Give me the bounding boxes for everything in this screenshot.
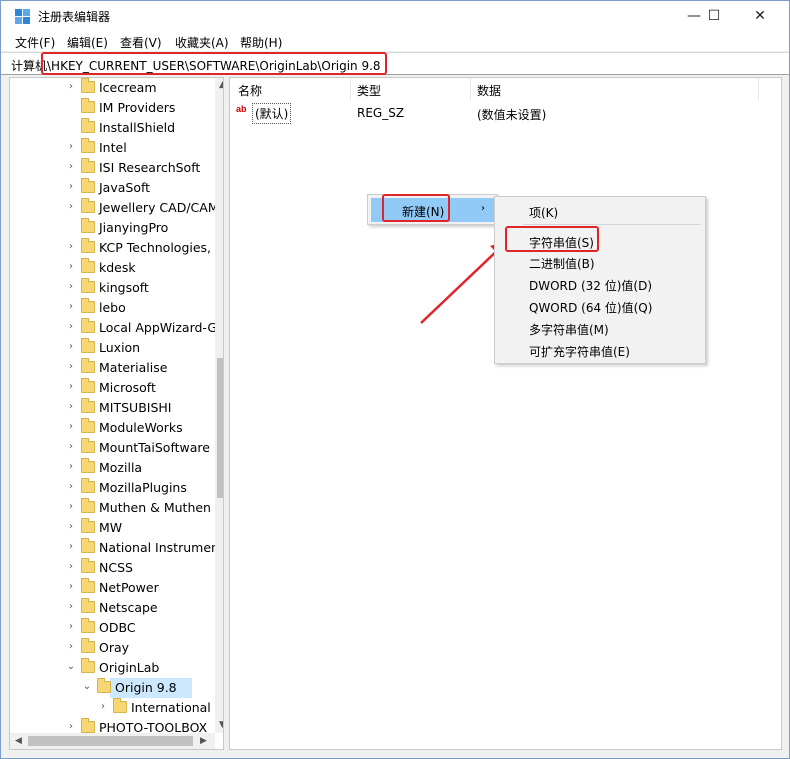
submenu-arrow-icon: › (481, 203, 485, 214)
new-highlight-box (382, 194, 450, 222)
submenu-item-binary-value[interactable]: 二进制值(B) (529, 255, 595, 272)
submenu-separator (523, 224, 701, 225)
submenu-item-dword-value[interactable]: DWORD (32 位)值(D) (529, 277, 652, 294)
registry-editor-window: 注册表编辑器 — ☐ ✕ 文件(F) 编辑(E) 查看(V) 收藏夹(A) 帮助… (0, 0, 790, 759)
submenu-item-expandable-string-value[interactable]: 可扩充字符串值(E) (529, 343, 630, 360)
annotation-arrow (420, 240, 508, 324)
new-submenu: 项(K) 字符串值(S) 二进制值(B) DWORD (32 位)值(D) QW… (494, 196, 706, 364)
submenu-item-qword-value[interactable]: QWORD (64 位)值(Q) (529, 299, 652, 316)
string-value-highlight-box (505, 226, 599, 252)
submenu-item-multi-string-value[interactable]: 多字符串值(M) (529, 321, 609, 338)
submenu-item-key[interactable]: 项(K) (529, 204, 558, 221)
